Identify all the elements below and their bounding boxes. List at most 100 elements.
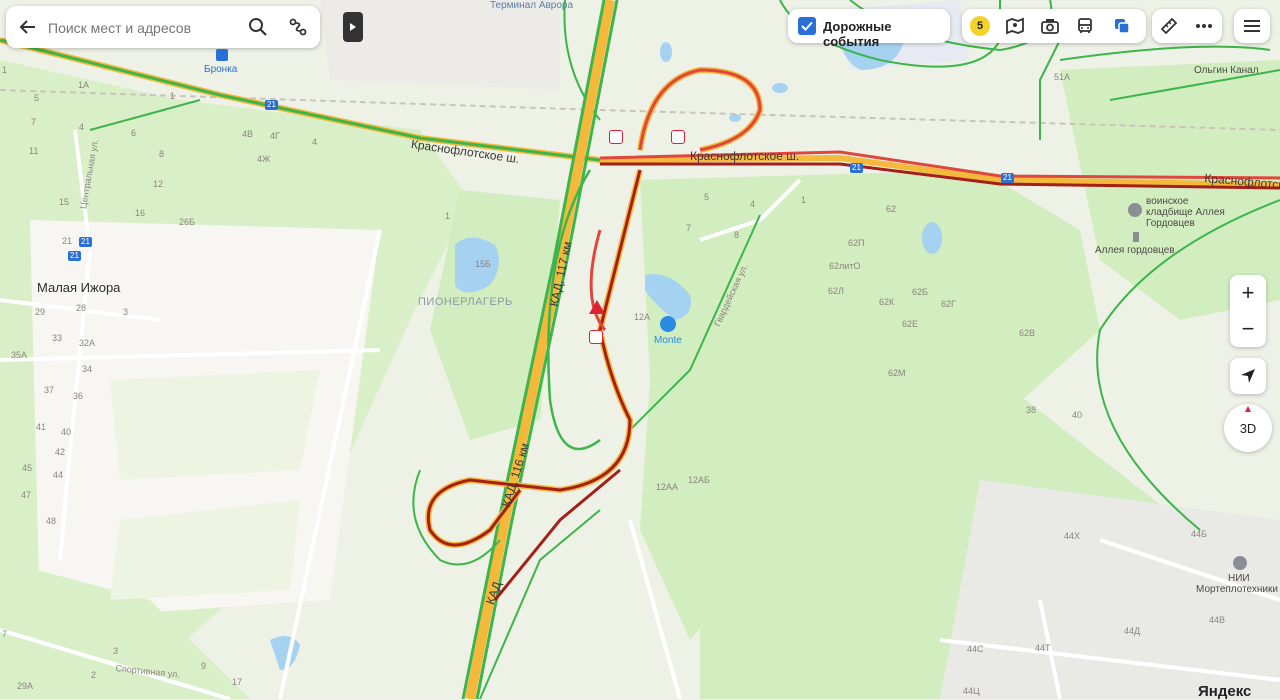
ruler-icon[interactable] [1157,14,1181,38]
cemetery-label-1[interactable]: воинское [1146,197,1188,207]
zoom-out-button[interactable]: − [1230,311,1266,347]
house-number: 12 [153,179,164,189]
terminal-label[interactable]: Терминал Аврора [490,1,573,11]
route-icon[interactable] [286,15,310,39]
search-icon[interactable] [246,15,270,39]
route-badge[interactable]: 21 [1001,173,1014,183]
house-number: 44В [1209,615,1226,625]
traffic-accident-icon[interactable] [609,130,623,144]
house-number: 7 [686,223,692,233]
traffic-accident-icon[interactable] [589,330,603,344]
house-number: 51А [1054,72,1071,82]
layers-icon[interactable] [1110,14,1134,38]
house-number: 8 [159,149,165,159]
route-badge[interactable]: 21 [68,251,81,261]
bronka-label[interactable]: Бронка [204,65,237,75]
nii-label-2[interactable]: Мортеплотехники [1196,585,1278,595]
olgin-kanal-label[interactable]: Ольгин Канал [1194,66,1259,76]
cemetery-label-3[interactable]: Гордовцев [1146,219,1195,229]
traffic-accident-icon[interactable] [671,130,685,144]
house-number: 47 [21,490,32,500]
warning-icon[interactable] [589,300,605,314]
house-number: 44 [53,470,64,480]
house-number: 33 [52,333,63,343]
traffic-score-icon[interactable]: 5 [968,14,992,38]
house-number: 26Б [179,217,195,227]
monument-icon [1133,232,1139,242]
house-number: 4Г [270,131,280,141]
house-number: 48 [46,516,57,526]
transit-icon[interactable] [1073,14,1097,38]
house-number: 37 [44,385,55,395]
cemetery-icon[interactable] [1128,203,1142,217]
alleya-label[interactable]: Аллея гордовцев [1095,246,1175,256]
zoom-in-button[interactable]: + [1230,275,1266,311]
house-number: 62литО [829,261,861,271]
house-number: 5 [34,93,40,103]
house-number: 15 [59,197,70,207]
nii-label-1[interactable]: НИИ [1228,574,1250,584]
panorama-icon[interactable] [1003,14,1027,38]
house-number: 28 [76,303,87,313]
more-icon[interactable] [1192,14,1216,38]
monte-label[interactable]: Monte [654,336,682,346]
house-number: 9 [201,661,207,671]
compass-3d-button[interactable]: 3D [1224,404,1272,452]
house-number: 1 [170,91,176,101]
rail-station-icon[interactable] [216,49,228,61]
search-input[interactable] [46,16,240,40]
cemetery-label-2[interactable]: кладбище Аллея [1146,208,1225,218]
house-number: 62П [848,238,865,248]
house-number: 4В [242,129,254,139]
house-number: 4Ж [257,154,271,164]
house-number: 62М [888,368,906,378]
house-number: 11 [29,146,39,156]
house-number: 44Х [1064,531,1081,541]
traffic-events-toggle[interactable]: Дорожные события [788,9,950,49]
house-number: 1 [2,65,8,75]
house-number: 44Б [1191,529,1207,539]
back-arrow-icon[interactable] [16,15,40,39]
house-number: 32А [79,338,96,348]
layers-panel: 5 [962,9,1146,43]
house-number: 38 [1026,405,1037,415]
camera-icon[interactable] [1038,14,1062,38]
house-number: 40 [61,427,72,437]
house-number: 4 [750,199,756,209]
house-number: 62Е [902,319,919,329]
house-number: 62В [1019,328,1036,338]
traffic-checkbox[interactable] [798,17,816,35]
compass-north-icon [1245,406,1251,412]
map-canvas[interactable] [0,0,1280,699]
house-number: 44Т [1035,643,1051,653]
menu-button[interactable] [1234,9,1270,43]
place-label-malaya-izhora[interactable]: Малая Ижора [37,281,120,294]
road-label-krasnoflotskoe: Краснофлотское ш. [690,149,800,163]
geolocation-button[interactable] [1230,358,1266,394]
house-number: 42 [55,447,66,457]
nii-icon[interactable] [1233,556,1247,570]
district-label-pionerlager: ПИОНЕРЛАГЕРЬ [418,296,513,308]
collapse-panel-button[interactable] [343,12,363,42]
view-3d-label: 3D [1239,420,1257,436]
house-number: 62Б [912,287,928,297]
monte-pin-icon[interactable] [660,316,676,332]
house-number: 3 [123,307,129,317]
house-number: 1А [78,80,90,90]
house-number: 17 [232,677,243,687]
house-number: 29А [17,681,34,691]
route-badge[interactable]: 21 [79,237,92,247]
house-number: 12А [634,312,651,322]
traffic-score: 5 [970,16,990,36]
menu-icon [1240,14,1264,38]
house-number: 7 [2,629,8,639]
yandex-logo: Яндекс [1198,683,1252,700]
house-number: 1 [445,211,451,221]
route-badge[interactable]: 21 [850,163,863,173]
house-number: 8 [734,230,740,240]
location-arrow-icon [1241,369,1255,383]
house-number: 1 [801,195,807,205]
house-number: 7 [31,117,37,127]
traffic-events-label: Дорожные события [823,19,892,49]
route-badge[interactable]: 21 [265,100,278,110]
